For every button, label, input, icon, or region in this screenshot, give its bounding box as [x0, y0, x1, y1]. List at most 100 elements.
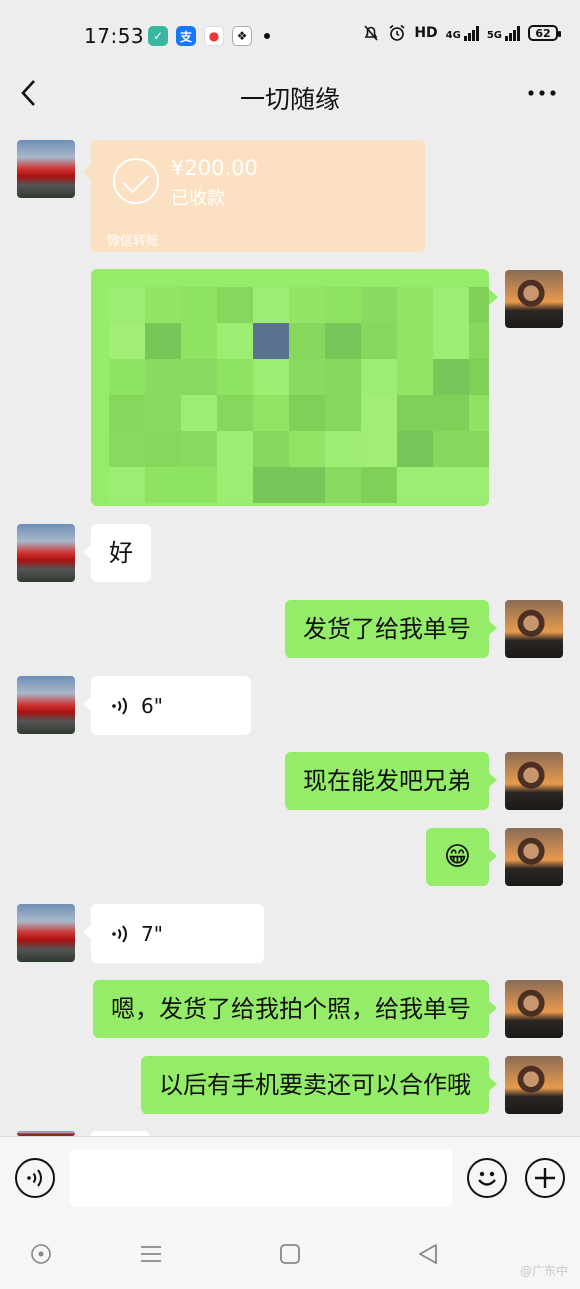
more-functions-button[interactable]: [525, 1158, 565, 1198]
shield-app-icon: ✓: [148, 26, 168, 46]
mosaic-cell: [397, 323, 433, 359]
mosaic-cell: [109, 287, 145, 323]
self-avatar[interactable]: [505, 828, 563, 886]
emoji-button[interactable]: [467, 1158, 507, 1198]
voice-duration: 7": [141, 922, 163, 946]
text-message[interactable]: 好: [83, 524, 151, 582]
mosaic-cell: [289, 359, 325, 395]
mosaic-cell: [397, 359, 433, 395]
mosaic-cell: [469, 287, 489, 323]
mosaic-cell: [109, 431, 145, 467]
self-avatar[interactable]: [505, 270, 563, 328]
voice-input-button[interactable]: [15, 1158, 55, 1198]
menu-lines-icon: [141, 1246, 161, 1262]
mosaic-cell: [253, 395, 289, 431]
more-options-button[interactable]: [528, 80, 556, 111]
self-avatar[interactable]: [505, 1056, 563, 1114]
more-notifications-dot: [264, 33, 270, 39]
mosaic-cell: [325, 287, 361, 323]
pixelated-image-message[interactable]: [91, 269, 489, 506]
transfer-card[interactable]: ¥200.00 已收款 微信转账: [83, 140, 425, 252]
self-avatar[interactable]: [505, 752, 563, 810]
mosaic-cell: [361, 431, 397, 467]
mosaic-cell: [397, 431, 433, 467]
mosaic-cell: [145, 287, 181, 323]
status-bar: 17:53 ✓ 支 ● ❖ HD 4G 5G 62: [0, 0, 580, 66]
mosaic-cell: [217, 467, 253, 503]
triangle-back-icon: [419, 1244, 437, 1264]
mosaic-cell: [145, 395, 181, 431]
mosaic-cell: [361, 323, 397, 359]
contact-avatar[interactable]: [17, 904, 75, 962]
alarm-clock-icon: [389, 24, 405, 41]
silent-bell-icon: [364, 25, 378, 41]
mosaic-cell: [217, 359, 253, 395]
mosaic-cell: [433, 467, 469, 503]
mosaic-cell: [433, 359, 469, 395]
system-icons: HD 4G 5G 62: [362, 24, 561, 42]
mosaic-cell: [217, 287, 253, 323]
emoji-message[interactable]: 😁: [425, 828, 498, 886]
mosaic-cell: [145, 467, 181, 503]
mosaic-cell: [289, 323, 325, 359]
mosaic-cell: [433, 431, 469, 467]
checkmark-icon: [113, 158, 159, 204]
more-dots-icon: [528, 90, 556, 96]
mosaic-cell: [253, 287, 289, 323]
mosaic-cell: [109, 395, 145, 431]
bubble-tail: [489, 289, 498, 305]
message-input[interactable]: [70, 1149, 452, 1207]
mosaic-cell: [325, 323, 361, 359]
mosaic-cell: [181, 431, 217, 467]
mosaic-cell: [181, 323, 217, 359]
mosaic-cell: [253, 431, 289, 467]
back-nav-button[interactable]: [416, 1242, 440, 1266]
mosaic-cell: [253, 467, 289, 503]
contact-avatar[interactable]: [17, 524, 75, 582]
mosaic-cell: [145, 431, 181, 467]
transfer-status: 已收款: [171, 188, 225, 209]
mosaic-cell: [181, 467, 217, 503]
voice-message[interactable]: 6": [83, 676, 251, 735]
text-message[interactable]: 发货了给我单号: [285, 600, 497, 658]
mosaic-cell: [109, 467, 145, 503]
home-button[interactable]: [278, 1242, 302, 1266]
mosaic-cell: [253, 323, 289, 359]
signal-4g-icon: 4G: [446, 25, 479, 41]
map-pin-app-icon: ●: [204, 26, 224, 46]
signal-5g-icon: 5G: [487, 25, 520, 41]
voice-wave-icon: [112, 697, 127, 715]
text-message[interactable]: 现在能发吧兄弟: [285, 752, 497, 810]
mosaic-cell: [217, 395, 253, 431]
mosaic-cell: [289, 467, 325, 503]
mosaic-cell: [181, 359, 217, 395]
self-avatar[interactable]: [505, 980, 563, 1038]
notification-app-icons: ✓ 支 ● ❖: [148, 26, 270, 46]
battery-icon: 62: [528, 25, 561, 41]
voice-wave-icon: [112, 925, 127, 943]
transfer-label: 微信转账: [107, 234, 160, 249]
voice-duration: 6": [141, 694, 163, 718]
plus-icon: [535, 1168, 555, 1188]
mosaic-cell: [325, 467, 361, 503]
mosaic-cell: [253, 359, 289, 395]
text-message[interactable]: 以后有手机要卖还可以合作哦: [141, 1056, 497, 1114]
mosaic-cell: [325, 431, 361, 467]
assistant-button[interactable]: [29, 1242, 53, 1266]
clock: 17:53: [84, 24, 145, 48]
mosaic-cell: [289, 431, 325, 467]
contact-avatar[interactable]: [17, 676, 75, 734]
voice-message[interactable]: 7": [83, 904, 264, 963]
transfer-amount: ¥200.00: [171, 156, 258, 180]
recent-apps-button[interactable]: [139, 1242, 163, 1266]
contact-avatar[interactable]: [17, 140, 75, 198]
smiley-icon: [478, 1171, 496, 1186]
mosaic-cell: [145, 323, 181, 359]
mosaic-cell: [397, 395, 433, 431]
mosaic-cell: [433, 323, 469, 359]
self-avatar[interactable]: [505, 600, 563, 658]
mosaic-cell: [217, 323, 253, 359]
text-message[interactable]: 嗯，发货了给我拍个照，给我单号: [93, 980, 497, 1038]
circle-dot-icon: [31, 1244, 51, 1264]
mosaic-cell: [433, 287, 469, 323]
